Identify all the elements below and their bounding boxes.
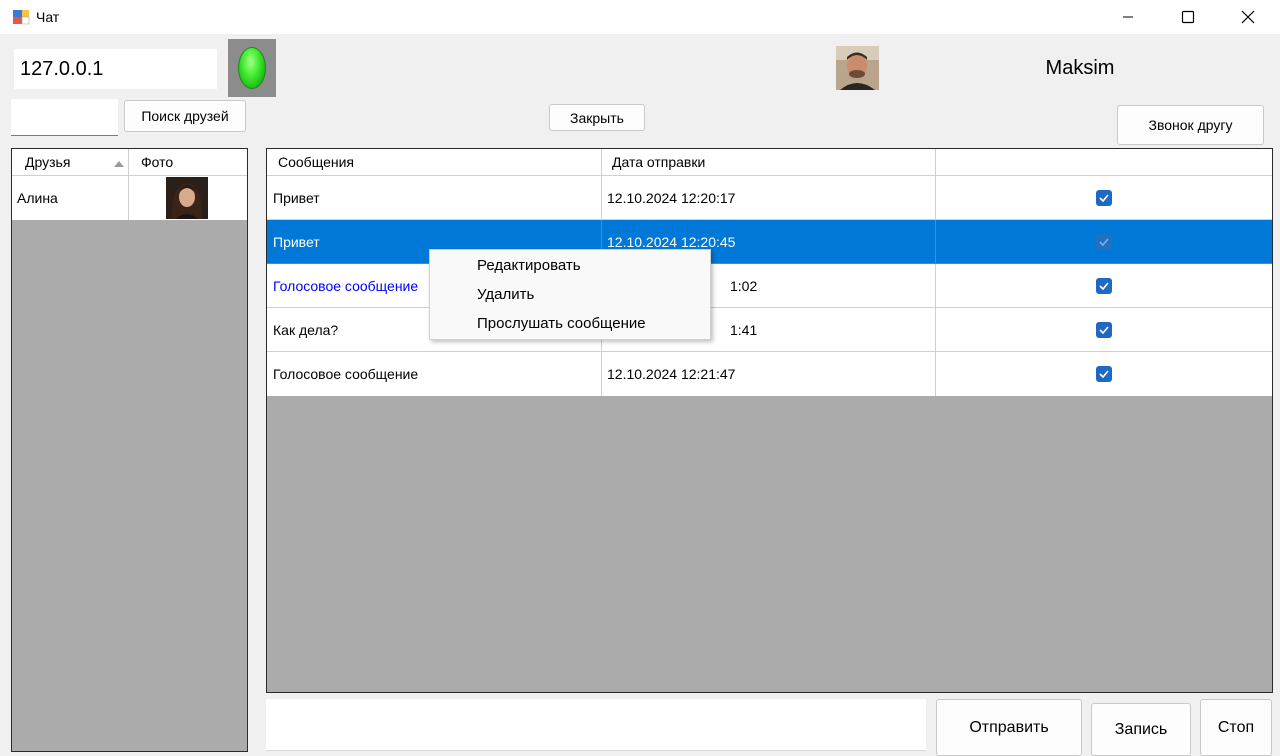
user-avatar xyxy=(836,46,879,90)
sort-ascending-icon xyxy=(114,161,124,167)
close-window-button[interactable] xyxy=(1218,0,1278,34)
messages-grid[interactable]: Сообщения Дата отправки Привет 12.10.202… xyxy=(266,148,1273,693)
close-chat-button[interactable]: Закрыть xyxy=(549,104,645,131)
message-checkbox[interactable] xyxy=(1096,189,1112,206)
minimize-icon xyxy=(1123,16,1133,18)
minimize-button[interactable] xyxy=(1098,0,1158,34)
maximize-icon xyxy=(1181,10,1195,24)
message-checkbox[interactable] xyxy=(1096,321,1112,338)
record-button[interactable]: Запись xyxy=(1091,703,1191,756)
check-icon xyxy=(1099,370,1109,378)
friends-grid[interactable]: Друзья Фото Алина xyxy=(11,148,248,752)
message-text: Как дела? xyxy=(273,321,339,338)
message-row-check[interactable] xyxy=(936,308,1272,352)
column-header-photo[interactable]: Фото xyxy=(129,149,247,176)
title-bar xyxy=(0,0,1280,34)
message-row-text[interactable]: Привет xyxy=(267,176,602,220)
column-header-check[interactable] xyxy=(936,149,1272,176)
message-row-check[interactable] xyxy=(936,264,1272,308)
message-text: Голосовое сообщение xyxy=(273,366,419,382)
window-title: Чат xyxy=(36,9,60,25)
friend-name: Алина xyxy=(17,190,58,206)
message-row-check-selected[interactable] xyxy=(936,220,1272,264)
message-date: 1:02 xyxy=(730,277,758,294)
message-date: 12.10.2024 12:21:47 xyxy=(607,366,736,382)
context-menu-listen[interactable]: Прослушать сообщение xyxy=(477,315,646,332)
voice-message-link[interactable]: Голосовое сообщение xyxy=(273,278,418,294)
close-icon xyxy=(1241,10,1255,24)
message-row-text[interactable]: Голосовое сообщение xyxy=(267,352,602,396)
message-date: 12.10.2024 12:20:45 xyxy=(607,233,736,250)
check-icon xyxy=(1099,237,1109,246)
message-row-date[interactable]: 12.10.2024 12:20:17 xyxy=(602,176,936,220)
friend-row-photo[interactable] xyxy=(129,176,247,220)
column-header-date[interactable]: Дата отправки xyxy=(602,149,936,176)
column-header-date-label: Дата отправки xyxy=(612,154,706,170)
maximize-button[interactable] xyxy=(1158,0,1218,34)
message-text: Привет xyxy=(273,233,320,250)
message-checkbox[interactable] xyxy=(1096,366,1112,382)
message-text: Привет xyxy=(273,189,320,206)
friend-search-input[interactable] xyxy=(11,99,118,136)
check-icon xyxy=(1099,325,1109,334)
message-checkbox[interactable] xyxy=(1096,233,1112,250)
column-header-friends[interactable]: Друзья xyxy=(12,149,129,176)
search-friends-button[interactable]: Поиск друзей xyxy=(124,100,246,132)
message-date: 1:41 xyxy=(730,321,758,338)
stop-button[interactable]: Стоп xyxy=(1200,699,1272,756)
check-icon xyxy=(1099,281,1109,290)
column-header-messages[interactable]: Сообщения xyxy=(267,149,602,176)
message-input[interactable] xyxy=(266,699,926,751)
message-checkbox[interactable] xyxy=(1096,277,1112,294)
column-header-photo-label: Фото xyxy=(141,154,174,170)
column-header-friends-label: Друзья xyxy=(25,154,71,170)
ip-address-field[interactable] xyxy=(14,49,217,89)
user-name: Maksim xyxy=(1045,57,1115,79)
call-friend-button[interactable]: Звонок другу xyxy=(1117,105,1264,145)
context-menu-edit[interactable]: Редактировать xyxy=(477,257,581,274)
app-icon xyxy=(12,8,30,26)
status-led-icon xyxy=(238,47,266,89)
friend-photo xyxy=(166,177,208,219)
context-menu: Редактировать Удалить Прослушать сообщен… xyxy=(429,249,711,340)
message-row-date[interactable]: 12.10.2024 12:21:47 xyxy=(602,352,936,396)
message-row-check[interactable] xyxy=(936,352,1272,396)
check-icon xyxy=(1099,193,1109,202)
message-date: 12.10.2024 12:20:17 xyxy=(607,189,736,206)
send-button[interactable]: Отправить xyxy=(936,699,1082,756)
column-header-messages-label: Сообщения xyxy=(278,154,354,170)
context-menu-delete[interactable]: Удалить xyxy=(477,286,534,303)
friend-row-name[interactable]: Алина xyxy=(12,176,129,220)
message-row-check[interactable] xyxy=(936,176,1272,220)
